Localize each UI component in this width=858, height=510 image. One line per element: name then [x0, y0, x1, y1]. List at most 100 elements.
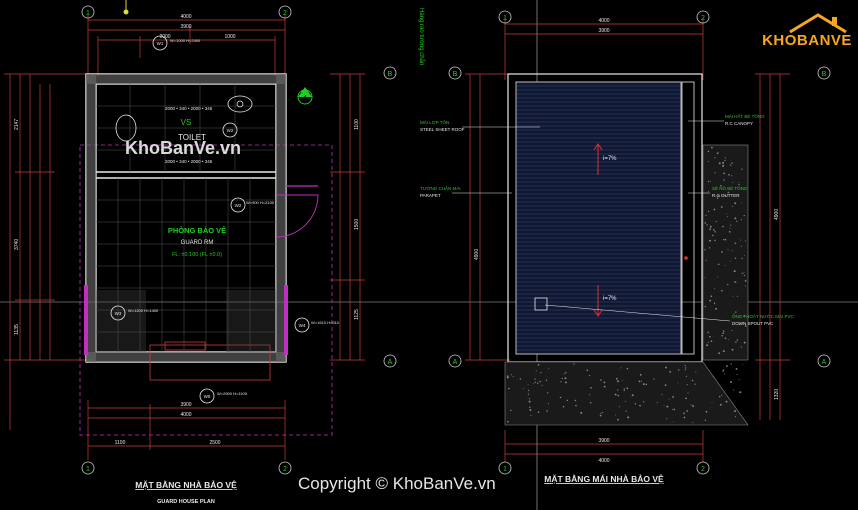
speckle-dot	[617, 418, 619, 421]
speckle-dot	[653, 378, 655, 380]
speckle-dot	[711, 146, 713, 149]
speckle-dot	[640, 380, 642, 382]
window-tag-label: W2	[235, 203, 242, 208]
speckle-dot	[744, 280, 747, 282]
speckle-dot	[743, 341, 746, 344]
callout-vn: MÁI HẮT BÊ TÔNG	[725, 112, 765, 119]
speckle-dot	[740, 245, 742, 247]
speckle-dot	[738, 379, 740, 381]
speckle-dot	[704, 305, 706, 308]
speckle-dot	[684, 364, 686, 367]
speckle-dot	[713, 208, 716, 211]
speckle-dot	[709, 225, 712, 228]
speckle-dot	[661, 393, 663, 396]
speckle-dot	[714, 231, 717, 233]
speckle-dot	[715, 220, 717, 222]
speckle-dot	[656, 402, 658, 404]
speckle-dot	[643, 401, 645, 403]
speckle-dot	[723, 179, 725, 181]
window-size: W=1000 H=2400	[170, 38, 201, 43]
speckle-dot	[713, 228, 715, 230]
speckle-dot	[734, 416, 737, 418]
speckle-dot	[573, 363, 575, 365]
speckle-dot	[740, 219, 742, 221]
speckle-dot	[599, 414, 602, 417]
speckle-dot	[724, 337, 727, 340]
grid-label: 1	[503, 15, 507, 22]
speckle-dot	[734, 202, 737, 205]
speckle-dot	[707, 341, 709, 343]
speckle-dot	[539, 380, 541, 383]
speckle-dot	[722, 332, 725, 335]
speckle-dot	[537, 411, 540, 414]
speckle-dot	[540, 372, 542, 374]
speckle-dot	[714, 172, 716, 174]
speckle-dot	[735, 368, 738, 370]
speckle-dot	[695, 371, 697, 373]
speckle-dot	[669, 370, 672, 373]
speckle-dot	[541, 384, 543, 386]
slope-label: i=7%	[603, 296, 617, 302]
section-marker-label: 4	[303, 95, 307, 102]
speckle-dot	[729, 260, 731, 262]
window-tag-label: W1	[157, 41, 164, 46]
speckle-dot	[527, 384, 529, 386]
speckle-dot	[723, 373, 725, 375]
speckle-dot	[726, 212, 728, 214]
speckle-dot	[691, 379, 694, 382]
speckle-dot	[714, 157, 716, 159]
speckle-dot	[537, 382, 539, 384]
speckle-dot	[743, 274, 746, 277]
speckle-dot	[563, 373, 565, 375]
grid-label: A	[453, 359, 458, 366]
speckle-dot	[642, 383, 645, 386]
speckle-dot	[722, 225, 724, 228]
speckle-dot	[559, 396, 562, 399]
callout-en: R.C CANOPY	[725, 121, 753, 126]
speckle-dot	[686, 384, 688, 386]
speckle-dot	[704, 222, 707, 224]
toilet-note: 2000 • 340 • 2000 • 346	[165, 106, 213, 111]
speckle-dot	[705, 214, 707, 216]
speckle-dot	[721, 251, 723, 253]
dim-text: 3900	[180, 402, 191, 408]
speckle-dot	[730, 224, 732, 226]
speckle-dot	[624, 400, 626, 402]
speckle-dot	[567, 400, 569, 402]
speckle-dot	[615, 414, 617, 416]
speckle-dot	[666, 418, 668, 420]
speckle-dot	[718, 395, 721, 398]
speckle-dot	[733, 281, 735, 283]
speckle-dot	[600, 413, 601, 415]
speckle-dot	[548, 367, 550, 369]
speckle-dot	[728, 230, 731, 233]
speckle-dot	[743, 272, 745, 274]
speckle-dot	[639, 373, 642, 376]
speckle-dot	[686, 410, 689, 412]
watermark-text: KhoBanVe.vn	[125, 138, 242, 158]
speckle-dot	[724, 157, 726, 159]
speckle-dot	[715, 307, 718, 310]
grid-label: 1	[503, 466, 507, 473]
speckle-dot	[683, 412, 685, 415]
drain-point	[684, 256, 688, 260]
speckle-dot	[726, 365, 728, 367]
grid-label: 1	[86, 10, 90, 17]
speckle-dot	[564, 381, 567, 384]
khobanve-logo: KHOBANVE	[762, 12, 852, 56]
speckle-dot	[565, 372, 567, 374]
speckle-dot	[692, 422, 694, 423]
speckle-dot	[626, 367, 629, 370]
speckle-dot	[735, 341, 737, 343]
speckle-dot	[690, 404, 692, 406]
speckle-dot	[727, 283, 729, 286]
grid-label: 2	[701, 466, 705, 473]
speckle-dot	[734, 217, 737, 220]
speckle-dot	[707, 331, 709, 334]
speckle-dot	[666, 405, 669, 408]
speckle-dot	[726, 216, 728, 218]
speckle-dot	[547, 392, 549, 394]
speckle-dot	[706, 224, 708, 226]
window-tag-label: W2	[227, 128, 234, 133]
dim-text: 4000	[180, 412, 191, 418]
